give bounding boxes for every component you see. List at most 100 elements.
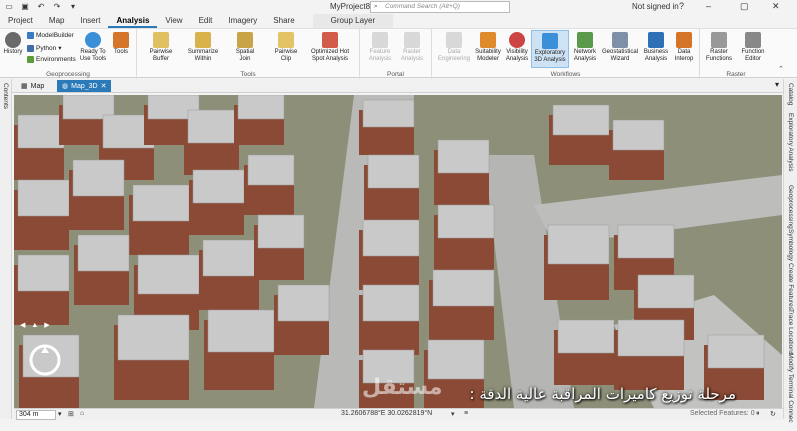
sign-in-status[interactable]: Not signed in <box>632 2 679 11</box>
symbology-pane-tab[interactable]: Symbology <box>787 229 794 261</box>
contents-pane-tab[interactable]: Contents <box>2 83 9 109</box>
command-search-input[interactable]: ⌕ Command Search (Alt+Q) <box>370 1 510 13</box>
left-dock-strip: Contents <box>0 79 12 419</box>
minimize-icon[interactable]: – <box>706 1 711 11</box>
pairwise-clip-label-2: Clip <box>280 56 292 62</box>
tab-insert[interactable]: Insert <box>72 14 108 28</box>
tab-analysis[interactable]: Analysis <box>108 14 158 28</box>
tools-group-label: Tools <box>240 71 256 78</box>
scene-canvas <box>14 95 782 408</box>
raster-functions-button[interactable]: Raster Functions <box>704 32 734 63</box>
business-icon <box>648 32 664 48</box>
redo-icon[interactable]: ↷ <box>52 2 62 11</box>
refresh-icon[interactable]: ↻ <box>770 410 776 418</box>
data-interop-label-2: Interop <box>674 56 694 62</box>
building-roof <box>207 309 275 353</box>
status-bar: 304 m ▾ ⊞ ⌂ 31.2606788°E 30.0262819°N ▾ … <box>14 408 783 420</box>
business-analysis-button[interactable]: Business Analysis <box>642 32 670 63</box>
close-icon[interactable]: ✕ <box>772 1 780 12</box>
feature-analysis-icon <box>372 32 388 48</box>
navigator-control[interactable] <box>28 343 62 377</box>
portal-group: Feature Analysis Raster Analysis Portal <box>360 29 432 79</box>
function-editor-button[interactable]: Function Editor <box>738 32 768 63</box>
optimized-hot-spot-button[interactable]: Optimized Hot Spot Analysis <box>307 32 353 63</box>
lock-icon[interactable]: ⌂ <box>80 410 84 417</box>
exploratory-analysis-pane-tab[interactable]: Exploratory Analysis <box>787 113 794 172</box>
close-tab-icon[interactable]: ✕ <box>101 82 107 90</box>
data-engineering-icon <box>446 32 462 48</box>
pairwise-clip-button[interactable]: Pairwise Clip <box>271 32 301 63</box>
data-interop-button[interactable]: Data Interop <box>671 32 697 63</box>
selected-features-count: Selected Features: 0 <box>690 410 755 417</box>
trace-locations-pane-tab[interactable]: Trace Locations <box>787 309 794 355</box>
save-icon[interactable]: ▣ <box>20 2 30 11</box>
tab-map-view[interactable]: ▦ Map <box>16 80 49 92</box>
geostatistical-wizard-button[interactable]: Geostatistical Wizard <box>600 32 640 63</box>
tab-imagery[interactable]: Imagery <box>220 14 265 28</box>
building-roof <box>437 204 495 239</box>
pairwise-buffer-button[interactable]: Pairwise Buffer <box>145 32 177 63</box>
tab-map-3d-view[interactable]: ◍ Map_3D ✕ <box>57 80 112 92</box>
environments-button[interactable]: Environments <box>27 56 76 63</box>
building-roof <box>132 184 190 222</box>
tab-group-layer[interactable]: Group Layer <box>312 14 394 28</box>
building-roof <box>17 254 70 292</box>
building-roof <box>17 179 70 217</box>
undo-icon[interactable]: ↶ <box>36 2 46 11</box>
exploratory-3d-analysis-button[interactable]: Exploratory 3D Analysis <box>531 30 569 68</box>
modify-terminal-pane-tab[interactable]: Modify Terminal Connec <box>787 353 794 423</box>
tools-button[interactable]: Tools <box>110 32 132 56</box>
quick-access-toolbar: ▭ ▣ ↶ ↷ ▾ <box>4 2 78 11</box>
function-editor-label-1: Function <box>741 49 765 55</box>
help-icon[interactable]: ? <box>679 1 684 11</box>
ready-to-use-tools-button[interactable]: Ready To Use Tools <box>78 32 108 63</box>
building-roof <box>72 159 125 197</box>
summarize-within-button[interactable]: Summarize Within <box>187 32 219 63</box>
building-roof <box>362 284 420 322</box>
tab-project[interactable]: Project <box>0 14 41 28</box>
suitability-label-1: Suitability <box>475 49 501 55</box>
create-features-pane-tab[interactable]: Create Features <box>787 263 794 310</box>
history-label: History <box>3 49 23 55</box>
nav-arrows-icon[interactable]: ◀▲▶ <box>20 321 56 329</box>
modelbuilder-button[interactable]: ModelBuilder <box>27 32 74 39</box>
grid-icon[interactable]: ⊞ <box>68 410 74 418</box>
tab-edit[interactable]: Edit <box>191 14 221 28</box>
history-button[interactable]: History <box>2 32 24 56</box>
coords-dropdown-icon[interactable]: ▾ <box>451 410 455 418</box>
collapse-ribbon-icon[interactable]: ⌃ <box>778 65 784 73</box>
visibility-analysis-button[interactable]: Visibility Analysis <box>504 32 530 63</box>
raster-analysis-button[interactable]: Raster Analysis <box>398 32 426 63</box>
geostatistical-label-1: Geostatistical <box>601 49 638 55</box>
building-roof <box>432 269 495 307</box>
folder-open-icon[interactable]: ▭ <box>4 2 14 11</box>
search-placeholder: Command Search (Alt+Q) <box>385 3 460 10</box>
map-view-label: Map <box>30 82 45 90</box>
view-menu-icon[interactable]: ▾ <box>775 80 779 89</box>
building-roof <box>17 114 65 149</box>
scale-input[interactable]: 304 m <box>16 410 56 420</box>
building-roof <box>547 224 610 265</box>
dropdown-icon[interactable]: ▾ <box>68 2 78 11</box>
ribbon-tabs: Project Map Insert Analysis View Edit Im… <box>0 14 797 28</box>
hot-spot-label-1: Optimized Hot <box>310 49 349 55</box>
layers-icon[interactable]: ≡ <box>464 410 468 417</box>
spatial-join-label-1: Spatial <box>235 49 255 55</box>
tab-map[interactable]: Map <box>41 14 73 28</box>
tab-view[interactable]: View <box>157 14 190 28</box>
scene-view-3d[interactable]: ◀▲▶ مستقل مرحلة توزيع كاميرات المراقبة ع… <box>14 95 782 408</box>
catalog-pane-tab[interactable]: Catalog <box>787 83 794 105</box>
python-button[interactable]: Python ▾ <box>27 44 62 52</box>
tab-share[interactable]: Share <box>265 14 302 28</box>
pause-icon[interactable]: ⏸ <box>756 410 760 418</box>
scale-dropdown-icon[interactable]: ▾ <box>58 410 62 418</box>
suitability-modeler-button[interactable]: Suitability Modeler <box>473 32 503 63</box>
feature-analysis-button[interactable]: Feature Analysis <box>366 32 394 63</box>
network-analysis-button[interactable]: Network Analysis <box>572 32 598 63</box>
geoprocessing-pane-tab[interactable]: Geoprocessing <box>787 185 794 229</box>
building-roof <box>137 254 200 295</box>
data-engineering-button[interactable]: Data Engineering <box>438 32 470 63</box>
building-roof <box>362 219 420 257</box>
spatial-join-button[interactable]: Spatial Join <box>231 32 259 63</box>
maximize-icon[interactable]: ▢ <box>740 1 749 12</box>
